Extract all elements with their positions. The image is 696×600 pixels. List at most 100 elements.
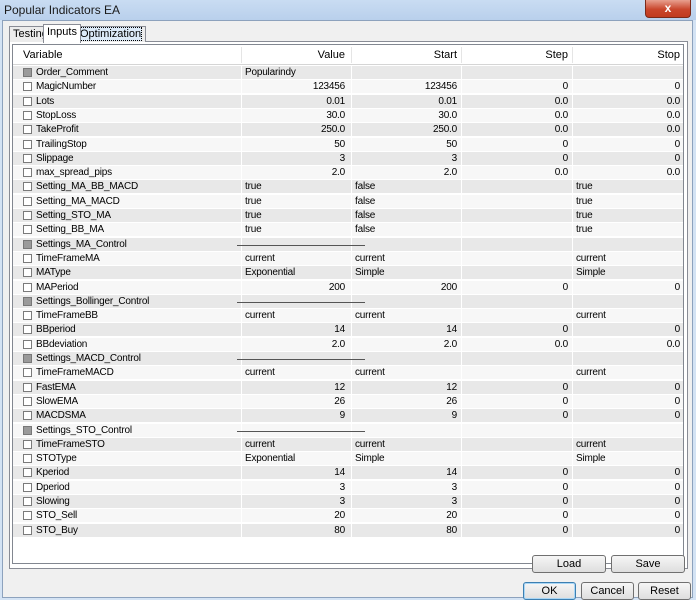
optimize-checkbox[interactable]: [23, 282, 32, 292]
stop-cell[interactable]: 0: [574, 281, 680, 295]
start-cell[interactable]: 2.0: [353, 338, 457, 352]
table-row[interactable]: MagicNumber 123456 123456 0 0: [13, 80, 683, 95]
stop-cell[interactable]: 0: [574, 495, 680, 509]
value-cell[interactable]: 9: [243, 409, 345, 423]
table-row[interactable]: Slippage 3 3 0 0: [13, 151, 683, 166]
table-row[interactable]: MAPeriod 200 200 0 0: [13, 280, 683, 295]
start-cell[interactable]: 3: [353, 495, 457, 509]
optimize-checkbox[interactable]: [23, 525, 32, 535]
step-cell[interactable]: 0: [463, 152, 568, 166]
table-row[interactable]: Settings_MACD_Control: [13, 352, 683, 366]
optimize-checkbox[interactable]: [23, 239, 32, 249]
value-cell[interactable]: 3: [243, 152, 345, 166]
table-row[interactable]: Slowing 3 3 0 0: [13, 495, 683, 509]
stop-cell[interactable]: current: [576, 309, 682, 323]
step-cell[interactable]: [465, 438, 570, 452]
stop-cell[interactable]: 0: [574, 152, 680, 166]
col-step[interactable]: Step: [463, 45, 568, 65]
value-cell[interactable]: 30.0: [243, 109, 345, 123]
optimize-checkbox[interactable]: [23, 139, 32, 149]
start-cell[interactable]: 200: [353, 281, 457, 295]
optimize-checkbox[interactable]: [23, 497, 32, 506]
start-cell[interactable]: false: [355, 195, 459, 209]
start-cell[interactable]: 26: [353, 395, 457, 409]
table-row[interactable]: Order_Comment Popularindy: [13, 66, 683, 80]
start-cell[interactable]: current: [355, 252, 459, 266]
start-cell[interactable]: 30.0: [353, 109, 457, 123]
optimize-checkbox[interactable]: [23, 354, 32, 363]
value-cell[interactable]: 200: [243, 281, 345, 295]
col-value[interactable]: Value: [243, 45, 345, 65]
start-cell[interactable]: current: [355, 438, 459, 452]
col-divider[interactable]: [351, 47, 352, 63]
step-cell[interactable]: [465, 180, 570, 194]
value-cell[interactable]: 3: [243, 495, 345, 509]
reset-button[interactable]: Reset: [638, 582, 691, 600]
stop-cell[interactable]: 0: [574, 466, 680, 480]
optimize-checkbox[interactable]: [23, 225, 32, 235]
step-cell[interactable]: 0.0: [463, 109, 568, 123]
tab-inputs[interactable]: Inputs: [43, 24, 81, 43]
optimize-checkbox[interactable]: [23, 425, 32, 435]
table-row[interactable]: Kperiod 14 14 0 0: [13, 466, 683, 481]
table-row[interactable]: Setting_MA_BB_MACD true false true: [13, 180, 683, 195]
start-cell[interactable]: 3: [353, 481, 457, 495]
value-cell[interactable]: 50: [243, 138, 345, 152]
value-cell[interactable]: Exponential: [245, 452, 347, 466]
stop-cell[interactable]: Simple: [576, 452, 682, 466]
value-cell[interactable]: 26: [243, 395, 345, 409]
optimize-checkbox[interactable]: [23, 68, 32, 77]
optimize-checkbox[interactable]: [23, 268, 32, 278]
step-cell[interactable]: 0: [463, 323, 568, 337]
optimize-checkbox[interactable]: [23, 82, 32, 92]
cancel-button[interactable]: Cancel: [581, 582, 634, 600]
value-cell[interactable]: 14: [243, 323, 345, 337]
stop-cell[interactable]: 0: [574, 395, 680, 409]
step-cell[interactable]: [465, 223, 570, 237]
step-cell[interactable]: 0: [463, 481, 568, 495]
stop-cell[interactable]: 0: [574, 509, 680, 523]
value-cell[interactable]: 3: [243, 481, 345, 495]
table-row[interactable]: Lots 0.01 0.01 0.0 0.0: [13, 94, 683, 109]
start-cell[interactable]: current: [355, 366, 459, 380]
optimize-checkbox[interactable]: [23, 96, 32, 106]
stop-cell[interactable]: true: [576, 180, 682, 194]
value-cell[interactable]: true: [245, 209, 347, 223]
optimize-checkbox[interactable]: [23, 196, 32, 206]
step-cell[interactable]: [465, 309, 570, 323]
value-cell[interactable]: 250.0: [243, 123, 345, 137]
start-cell[interactable]: 2.0: [353, 166, 457, 180]
value-cell[interactable]: current: [245, 252, 347, 266]
step-cell[interactable]: [465, 252, 570, 266]
start-cell[interactable]: 50: [353, 138, 457, 152]
start-cell[interactable]: Simple: [355, 452, 459, 466]
table-row[interactable]: STO_Buy 80 80 0 0: [13, 523, 683, 538]
table-row[interactable]: Setting_STO_MA true false true: [13, 209, 683, 223]
start-cell[interactable]: 9: [353, 409, 457, 423]
step-cell[interactable]: 0.0: [463, 338, 568, 352]
value-cell[interactable]: true: [245, 195, 347, 209]
stop-cell[interactable]: 0: [574, 481, 680, 495]
step-cell[interactable]: [465, 366, 570, 380]
table-row[interactable]: BBdeviation 2.0 2.0 0.0 0.0: [13, 337, 683, 352]
stop-cell[interactable]: 0: [574, 409, 680, 423]
stop-cell[interactable]: 0.0: [574, 338, 680, 352]
stop-cell[interactable]: 0: [574, 138, 680, 152]
tab-optimization[interactable]: Optimization: [75, 26, 147, 42]
col-start[interactable]: Start: [353, 45, 457, 65]
optimize-checkbox[interactable]: [23, 325, 32, 335]
step-cell[interactable]: 0: [463, 395, 568, 409]
table-row[interactable]: MACDSMA 9 9 0 0: [13, 409, 683, 424]
table-row[interactable]: TakeProfit 250.0 250.0 0.0 0.0: [13, 123, 683, 138]
table-row[interactable]: MAType Exponential Simple Simple: [13, 266, 683, 281]
optimize-checkbox[interactable]: [23, 253, 32, 263]
step-cell[interactable]: [465, 266, 570, 280]
ok-button[interactable]: OK: [523, 582, 576, 600]
stop-cell[interactable]: 0: [574, 524, 680, 538]
optimize-checkbox[interactable]: [23, 411, 32, 421]
load-button[interactable]: Load: [532, 555, 606, 573]
value-cell[interactable]: 2.0: [243, 338, 345, 352]
optimize-checkbox[interactable]: [23, 368, 32, 378]
value-cell[interactable]: 20: [243, 509, 345, 523]
stop-cell[interactable]: true: [576, 195, 682, 209]
